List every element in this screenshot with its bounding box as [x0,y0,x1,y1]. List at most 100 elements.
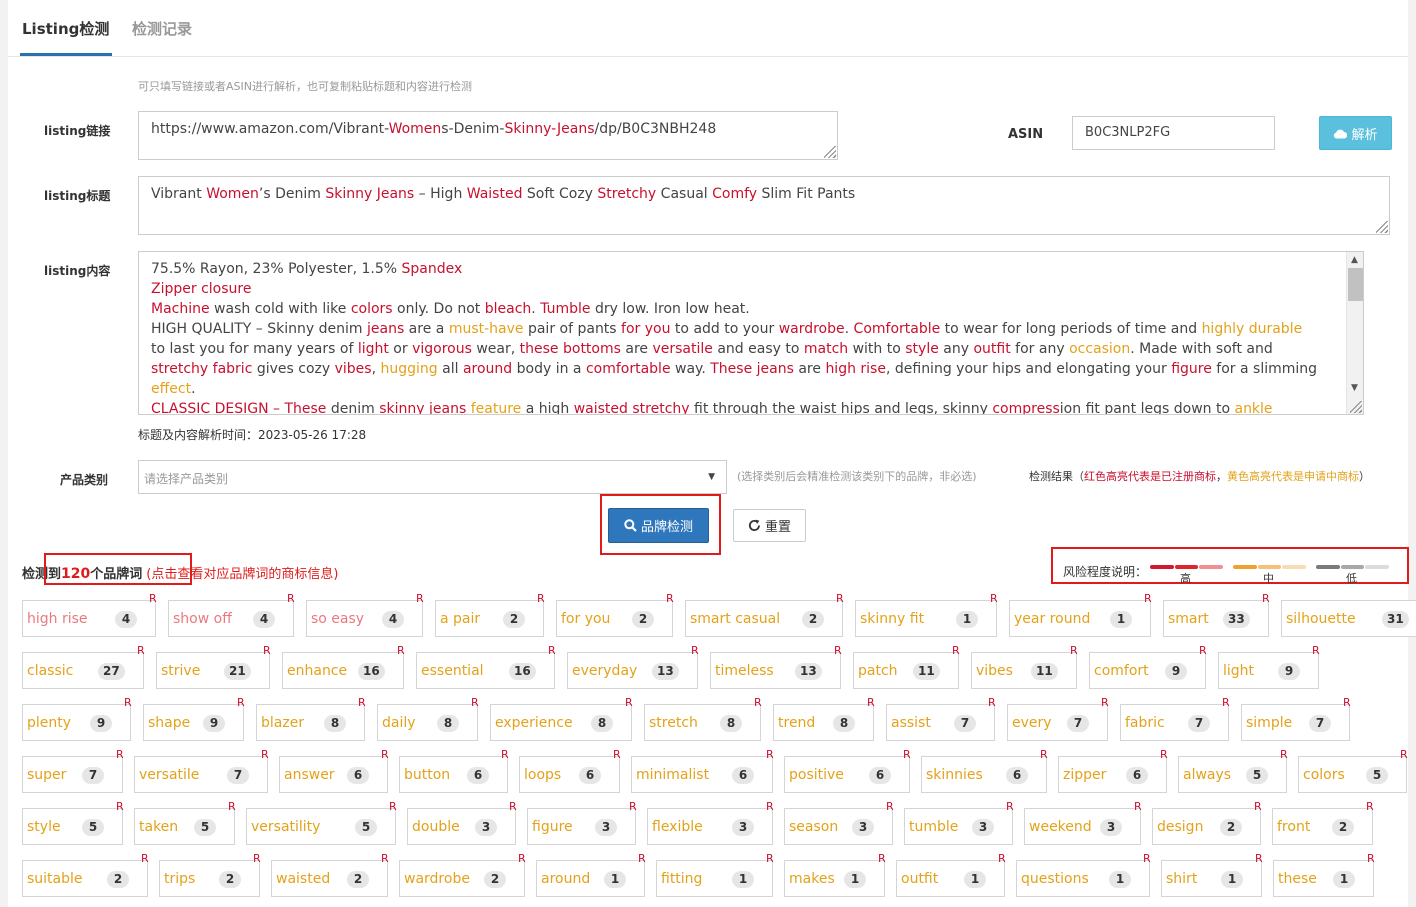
registered-mark: R [1040,748,1048,761]
brand-word-chip[interactable]: button 6 R [399,748,509,793]
brand-word: button [404,767,451,783]
scrollbar-thumb[interactable] [1348,268,1363,301]
brand-word-chip[interactable]: a pair 2 R [435,592,545,637]
brand-word-chip[interactable]: experience 8 R [490,696,633,741]
brand-word-chip[interactable]: high rise 4 R [22,592,157,637]
plain-text: 75.5% Rayon, 23% Polyester, 1.5% [151,261,402,277]
brand-word: minimalist [636,767,710,783]
brand-word-chip[interactable]: vibes 11 R [971,644,1078,689]
brand-word-chip[interactable]: colors 5 R [1298,748,1408,793]
brand-word-chip[interactable]: versatility 5 R [246,800,397,845]
resize-handle[interactable] [1350,401,1362,413]
brand-word-chip[interactable]: strive 21 R [156,644,271,689]
brand-word-chip[interactable]: simple 7 R [1241,696,1351,741]
plain-text: . [844,321,854,337]
brand-word-chip[interactable]: answer 6 R [279,748,389,793]
brand-word-chip[interactable]: weekend 3 R [1024,800,1142,845]
brand-word-chip[interactable]: essential 16 R [416,644,556,689]
brand-word-chip[interactable]: super 7 R [22,748,124,793]
highlighted-word: feature [470,401,522,415]
occurrence-count-badge: 2 [484,871,506,888]
tab-check-history[interactable]: 检测记录 [132,18,192,39]
risk-bar-mid-1 [1233,565,1257,569]
brand-word-chip[interactable]: always 5 R [1178,748,1288,793]
brand-word-chip[interactable]: stretch 8 R [644,696,762,741]
tab-listing-check[interactable]: Listing检测 [19,18,113,56]
brand-word-chip[interactable]: minimalist 6 R [631,748,774,793]
brand-word-chip[interactable]: smart 33 R [1163,592,1270,637]
brand-word-chip[interactable]: outfit 1 R [896,852,1006,897]
brand-word-chip[interactable]: loops 6 R [519,748,621,793]
brand-word-chip[interactable]: style 5 R [22,800,124,845]
plain-text: https://www.amazon.com/Vibrant- [151,121,389,137]
brand-word-chip[interactable]: classic 27 R [22,644,145,689]
brand-word-chip[interactable]: daily 8 R [377,696,479,741]
brand-word-chip[interactable]: positive 6 R [784,748,911,793]
brand-word-chip[interactable]: comfort 9 R [1089,644,1207,689]
brand-word-chip[interactable]: timeless 13 R [710,644,842,689]
brand-word-chip[interactable]: so easy 4 R [306,592,424,637]
asin-input[interactable]: B0C3NLP2FG [1072,116,1275,150]
content-scrollbar[interactable]: ▲ ▼ [1346,252,1363,414]
parse-button[interactable]: 解析 [1319,116,1392,150]
resize-handle[interactable] [1376,221,1388,233]
brand-word-chip[interactable]: fitting 1 R [656,852,774,897]
brand-word-chip[interactable]: plenty 9 R [22,696,132,741]
scroll-up-icon[interactable]: ▲ [1351,255,1358,265]
brand-word-chip[interactable]: every 7 R [1007,696,1109,741]
brand-word-chip[interactable]: versatile 7 R [134,748,269,793]
brand-word-chip[interactable]: double 3 R [407,800,517,845]
registered-mark: R [124,696,132,709]
brand-word-chip[interactable]: design 2 R [1152,800,1262,845]
brand-word-chip[interactable]: tumble 3 R [904,800,1014,845]
brand-word-chip[interactable]: waisted 2 R [271,852,389,897]
brand-word-chip[interactable]: season 3 R [784,800,894,845]
registered-mark: R [1312,644,1320,657]
brand-word-chip[interactable]: trend 8 R [773,696,875,741]
brand-word-chip[interactable]: shape 9 R [143,696,245,741]
brand-word-chip[interactable]: show off 4 R [168,592,295,637]
category-select[interactable]: 请选择产品类别 ▼ [138,460,727,494]
brand-word-chip[interactable]: skinny fit 1 R [855,592,998,637]
brand-word-chip[interactable]: light 9 R [1218,644,1320,689]
scroll-down-icon[interactable]: ▼ [1351,383,1358,393]
brand-word-chip[interactable]: patch 11 R [853,644,960,689]
occurrence-count-badge: 6 [579,767,601,784]
listing-title-input[interactable]: Vibrant Women’s Denim Skinny Jeans – Hig… [138,176,1390,235]
brand-word-chip[interactable]: assist 7 R [886,696,996,741]
reset-button[interactable]: 重置 [733,509,806,542]
brand-word-chip[interactable]: for you 2 R [556,592,674,637]
brand-word-chip[interactable]: questions 1 R [1016,852,1151,897]
brand-detect-button[interactable]: 品牌检测 [608,508,709,543]
brand-word-chip[interactable]: shirt 1 R [1161,852,1263,897]
listing-link-input[interactable]: https://www.amazon.com/Vibrant-Womens-De… [138,111,838,160]
brand-word-chip[interactable]: blazer 8 R [256,696,366,741]
listing-content-input[interactable]: 75.5% Rayon, 23% Polyester, 1.5% Spandex… [138,251,1364,415]
brand-word-chip[interactable]: taken 5 R [134,800,236,845]
brand-word-chip[interactable]: flexible 3 R [647,800,774,845]
brand-word-chip[interactable]: fabric 7 R [1120,696,1230,741]
brand-word-chip[interactable]: enhance 16 R [282,644,405,689]
registered-mark: R [1144,592,1152,605]
brand-word-chip[interactable]: skinnies 6 R [921,748,1048,793]
brand-word-chip[interactable]: silhouette31R [1281,600,1416,637]
brand-word-chip[interactable]: front 2 R [1272,800,1374,845]
brand-word-chip[interactable]: smart casual 2 R [685,592,844,637]
brand-word-chip[interactable]: figure 3 R [527,800,637,845]
highlighted-word: Stretchy [597,186,657,202]
highlighted-word: these bottoms [519,341,621,357]
brand-word-chip[interactable]: suitable 2 R [22,852,149,897]
brand-word-chip[interactable]: everyday 13 R [567,644,699,689]
brand-word-chip[interactable]: makes 1 R [784,852,886,897]
brand-word-chip[interactable]: zipper 6 R [1058,748,1168,793]
brand-word-chip[interactable]: trips 2 R [159,852,261,897]
brand-word-chip[interactable]: around 1 R [536,852,646,897]
brand-word-chip[interactable]: these 1 R [1273,852,1375,897]
listing-title-value: Vibrant Women’s Denim Skinny Jeans – Hig… [151,186,1377,202]
brand-word-chip[interactable]: wardrobe 2 R [399,852,526,897]
occurrence-count-badge: 2 [802,611,824,628]
occurrence-count-badge: 2 [503,611,525,628]
resize-handle[interactable] [824,146,836,158]
occurrence-count-badge: 8 [833,715,855,732]
brand-word-chip[interactable]: year round 1 R [1009,592,1152,637]
